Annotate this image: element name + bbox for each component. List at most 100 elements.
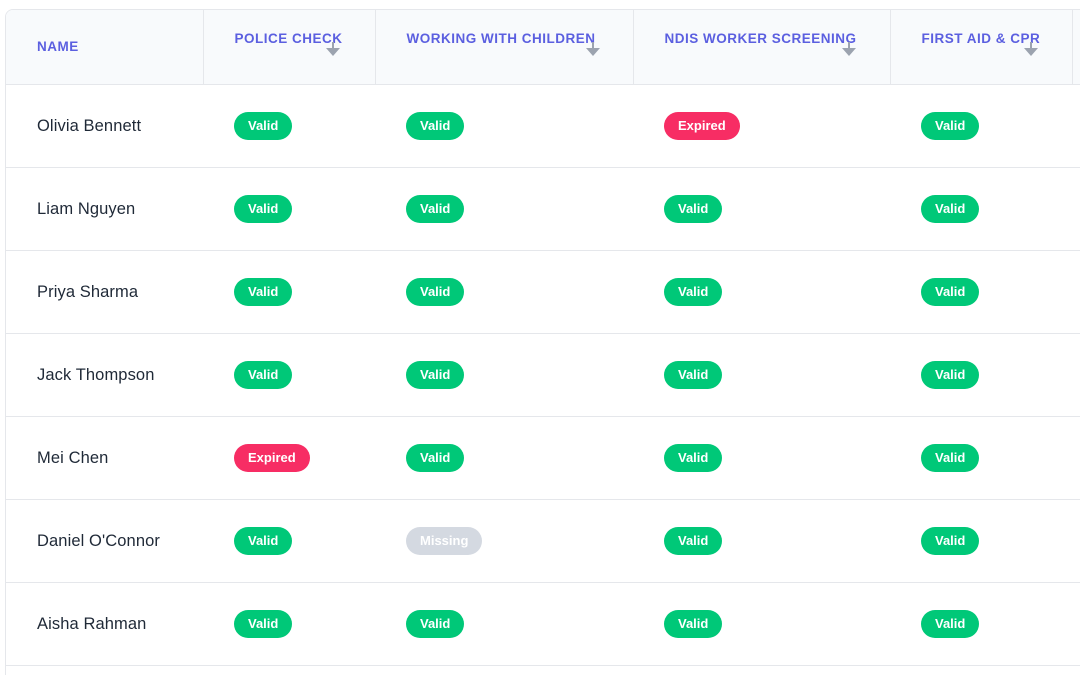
table-row[interactable]: Jack Thompson Valid Valid Valid Valid bbox=[6, 333, 1080, 417]
compliance-table: NAME POLICE CHECK WORKING WITH CHILDREN … bbox=[6, 10, 1080, 666]
page: NAME POLICE CHECK WORKING WITH CHILDREN … bbox=[0, 0, 1080, 675]
status-badge: Valid bbox=[921, 527, 980, 555]
status-badge: Valid bbox=[664, 195, 723, 223]
sort-descending-icon[interactable] bbox=[585, 42, 600, 56]
cell-police-check: Valid bbox=[203, 333, 375, 417]
status-badge: Valid bbox=[406, 610, 465, 638]
status-badge: Valid bbox=[664, 361, 723, 389]
cell-overflow bbox=[1072, 167, 1080, 251]
column-header-police-check[interactable]: POLICE CHECK bbox=[203, 10, 376, 85]
cell-first-aid-cpr: Valid bbox=[890, 167, 1072, 251]
status-badge: Valid bbox=[234, 112, 293, 140]
column-header-label: FIRST AID & CPR bbox=[921, 31, 1041, 46]
cell-name: Liam Nguyen bbox=[6, 167, 203, 251]
status-badge: Valid bbox=[234, 361, 293, 389]
cell-overflow bbox=[1072, 333, 1080, 417]
column-header-working-with-children[interactable]: WORKING WITH CHILDREN bbox=[375, 10, 634, 85]
status-badge: Valid bbox=[234, 195, 293, 223]
header-row: NAME POLICE CHECK WORKING WITH CHILDREN … bbox=[6, 10, 1080, 85]
cell-police-check: Valid bbox=[203, 84, 375, 168]
cell-name: Mei Chen bbox=[6, 416, 203, 500]
employee-name: Jack Thompson bbox=[37, 365, 155, 384]
status-badge: Valid bbox=[921, 195, 980, 223]
status-badge: Valid bbox=[921, 278, 980, 306]
sort-descending-icon[interactable] bbox=[841, 42, 856, 56]
status-badge: Valid bbox=[664, 527, 723, 555]
status-badge: Valid bbox=[921, 361, 980, 389]
cell-name: Aisha Rahman bbox=[6, 582, 203, 666]
cell-overflow bbox=[1072, 84, 1080, 168]
cell-working-with-children: Valid bbox=[375, 416, 633, 500]
cell-ndis-worker-screening: Valid bbox=[633, 167, 890, 251]
column-header-name[interactable]: NAME bbox=[6, 10, 204, 85]
status-badge: Valid bbox=[234, 278, 293, 306]
status-badge: Valid bbox=[921, 610, 980, 638]
status-badge: Valid bbox=[664, 610, 723, 638]
column-header-first-aid-cpr[interactable]: FIRST AID & CPR bbox=[890, 10, 1073, 85]
cell-police-check: Valid bbox=[203, 499, 375, 583]
cell-ndis-worker-screening: Valid bbox=[633, 250, 890, 334]
cell-ndis-worker-screening: Valid bbox=[633, 333, 890, 417]
cell-name: Olivia Bennett bbox=[6, 84, 203, 168]
cell-name: Jack Thompson bbox=[6, 333, 203, 417]
cell-ndis-worker-screening: Valid bbox=[633, 582, 890, 666]
cell-overflow bbox=[1072, 582, 1080, 666]
column-header-label: POLICE CHECK bbox=[234, 31, 343, 46]
cell-ndis-worker-screening: Expired bbox=[633, 84, 890, 168]
cell-overflow bbox=[1072, 499, 1080, 583]
table-header: NAME POLICE CHECK WORKING WITH CHILDREN … bbox=[6, 10, 1080, 85]
cell-ndis-worker-screening: Valid bbox=[633, 416, 890, 500]
cell-first-aid-cpr: Valid bbox=[890, 582, 1072, 666]
employee-name: Mei Chen bbox=[37, 448, 109, 467]
cell-overflow bbox=[1072, 416, 1080, 500]
status-badge: Missing bbox=[406, 527, 483, 555]
status-badge: Valid bbox=[921, 112, 980, 140]
table-row[interactable]: Daniel O'Connor Valid Missing Valid Vali… bbox=[6, 499, 1080, 583]
cell-police-check: Expired bbox=[203, 416, 375, 500]
status-badge: Valid bbox=[406, 112, 465, 140]
employee-name: Priya Sharma bbox=[37, 282, 139, 301]
status-badge: Valid bbox=[406, 195, 465, 223]
table-row[interactable]: Aisha Rahman Valid Valid Valid Valid bbox=[6, 582, 1080, 666]
cell-police-check: Valid bbox=[203, 582, 375, 666]
status-badge: Expired bbox=[234, 444, 310, 472]
cell-ndis-worker-screening: Valid bbox=[633, 499, 890, 583]
table-row[interactable]: Mei Chen Expired Valid Valid Valid bbox=[6, 416, 1080, 500]
cell-name: Priya Sharma bbox=[6, 250, 203, 334]
table-row[interactable]: Priya Sharma Valid Valid Valid Valid bbox=[6, 250, 1080, 334]
cell-working-with-children: Valid bbox=[375, 582, 633, 666]
column-header-overflow bbox=[1072, 10, 1080, 85]
sort-descending-icon[interactable] bbox=[1023, 42, 1038, 56]
status-badge: Valid bbox=[664, 444, 723, 472]
cell-working-with-children: Valid bbox=[375, 167, 633, 251]
sort-descending-icon[interactable] bbox=[325, 42, 340, 56]
cell-working-with-children: Missing bbox=[375, 499, 633, 583]
cell-police-check: Valid bbox=[203, 250, 375, 334]
status-badge: Expired bbox=[664, 112, 740, 140]
status-badge: Valid bbox=[406, 444, 465, 472]
employee-name: Olivia Bennett bbox=[37, 116, 142, 135]
cell-police-check: Valid bbox=[203, 167, 375, 251]
table-body: Olivia Bennett Valid Valid Expired Valid… bbox=[6, 84, 1080, 666]
table-row[interactable]: Olivia Bennett Valid Valid Expired Valid bbox=[6, 84, 1080, 168]
status-badge: Valid bbox=[406, 361, 465, 389]
cell-first-aid-cpr: Valid bbox=[890, 333, 1072, 417]
cell-working-with-children: Valid bbox=[375, 250, 633, 334]
table-row[interactable]: Liam Nguyen Valid Valid Valid Valid bbox=[6, 167, 1080, 251]
column-header-label: NDIS WORKER SCREENING bbox=[664, 31, 857, 46]
compliance-table-card: NAME POLICE CHECK WORKING WITH CHILDREN … bbox=[5, 9, 1080, 675]
employee-name: Daniel O'Connor bbox=[37, 531, 160, 550]
cell-first-aid-cpr: Valid bbox=[890, 84, 1072, 168]
column-header-ndis-worker-screening[interactable]: NDIS WORKER SCREENING bbox=[633, 10, 891, 85]
status-badge: Valid bbox=[234, 527, 293, 555]
cell-first-aid-cpr: Valid bbox=[890, 250, 1072, 334]
cell-working-with-children: Valid bbox=[375, 333, 633, 417]
cell-first-aid-cpr: Valid bbox=[890, 416, 1072, 500]
column-header-label: WORKING WITH CHILDREN bbox=[406, 31, 596, 46]
employee-name: Aisha Rahman bbox=[37, 614, 147, 633]
status-badge: Valid bbox=[664, 278, 723, 306]
cell-first-aid-cpr: Valid bbox=[890, 499, 1072, 583]
status-badge: Valid bbox=[921, 444, 980, 472]
status-badge: Valid bbox=[406, 278, 465, 306]
cell-name: Daniel O'Connor bbox=[6, 499, 203, 583]
